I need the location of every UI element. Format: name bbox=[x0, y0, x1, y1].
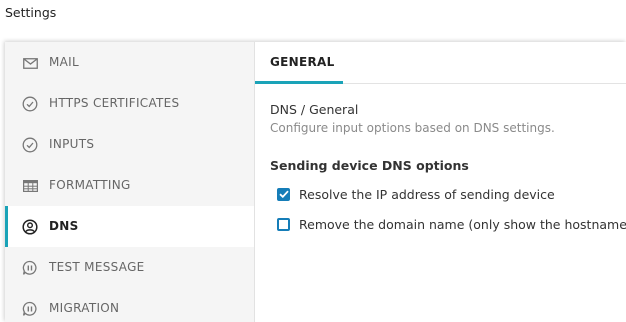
tab-bar: GENERAL bbox=[255, 42, 626, 84]
group-heading: Sending device DNS options bbox=[270, 158, 469, 173]
title-bar: Settings bbox=[0, 0, 626, 42]
sidebar-item-inputs[interactable]: INPUTS bbox=[5, 124, 254, 165]
sidebar-item-label: TEST MESSAGE bbox=[49, 260, 145, 274]
page-title: DNS / General bbox=[270, 102, 359, 117]
option-remove-domain[interactable]: Remove the domain name (only show the ho… bbox=[277, 214, 626, 234]
sidebar-item-dns[interactable]: DNS bbox=[5, 206, 254, 247]
sidebar-item-migration[interactable]: MIGRATION bbox=[5, 288, 254, 322]
remove-domain-checkbox[interactable] bbox=[277, 217, 290, 231]
mail-icon bbox=[22, 55, 38, 71]
sidebar-item-https-certificates[interactable]: HTTPS CERTIFICATES bbox=[5, 83, 254, 124]
check-circle-icon bbox=[22, 137, 38, 153]
user-circle-icon bbox=[22, 219, 38, 235]
sidebar-item-label: HTTPS CERTIFICATES bbox=[49, 96, 180, 110]
sidebar-item-mail[interactable]: MAIL bbox=[5, 42, 254, 83]
option-label: Resolve the IP address of sending device bbox=[299, 186, 555, 202]
table-icon bbox=[22, 178, 38, 194]
sidebar: MAIL HTTPS CERTIFICATES INPUTS FORMATTIN… bbox=[5, 42, 255, 322]
message-icon bbox=[22, 301, 38, 317]
message-icon bbox=[22, 260, 38, 276]
sidebar-item-label: FORMATTING bbox=[49, 178, 131, 192]
sidebar-item-formatting[interactable]: FORMATTING bbox=[5, 165, 254, 206]
sidebar-item-test-message[interactable]: TEST MESSAGE bbox=[5, 247, 254, 288]
sidebar-item-label: MIGRATION bbox=[49, 301, 120, 315]
main-content: GENERAL DNS / General Configure input op… bbox=[255, 42, 626, 322]
check-circle-icon bbox=[22, 96, 38, 112]
page-description: Configure input options based on DNS set… bbox=[270, 121, 555, 135]
sidebar-item-label: INPUTS bbox=[49, 137, 95, 151]
resolve-ip-checkbox[interactable] bbox=[277, 187, 290, 201]
option-label: Remove the domain name (only show the ho… bbox=[299, 216, 626, 232]
checkmark-icon bbox=[278, 190, 289, 198]
settings-panel: MAIL HTTPS CERTIFICATES INPUTS FORMATTIN… bbox=[5, 42, 626, 322]
tab-general[interactable]: GENERAL bbox=[255, 42, 343, 84]
tab-label: GENERAL bbox=[270, 55, 335, 69]
option-resolve-ip[interactable]: Resolve the IP address of sending device bbox=[277, 184, 555, 204]
sidebar-item-label: MAIL bbox=[49, 55, 79, 69]
window-title: Settings bbox=[5, 5, 57, 20]
sidebar-item-label: DNS bbox=[49, 219, 79, 233]
